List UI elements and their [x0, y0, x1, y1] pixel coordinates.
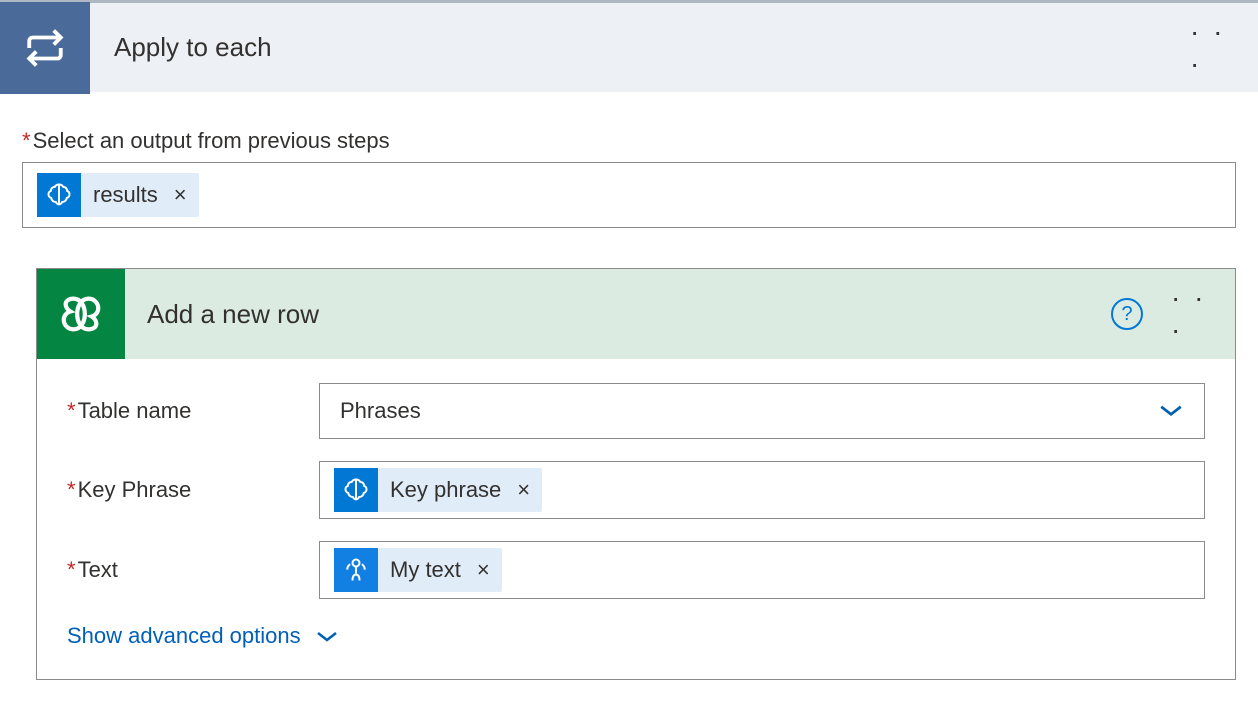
- outer-more-button[interactable]: · · ·: [1190, 28, 1230, 68]
- form-section: *Table name Phrases *Key Phrase: [37, 359, 1235, 679]
- remove-token-button[interactable]: ×: [170, 182, 199, 208]
- token-label: Key phrase: [378, 477, 513, 503]
- label-table-name: *Table name: [67, 398, 319, 424]
- help-button[interactable]: ?: [1111, 298, 1143, 330]
- token-label: results: [81, 182, 170, 208]
- row-table-name: *Table name Phrases: [67, 383, 1205, 439]
- token-label: My text: [378, 557, 473, 583]
- brain-icon: [334, 468, 378, 512]
- touch-icon: [334, 548, 378, 592]
- select-table-name[interactable]: Phrases: [319, 383, 1205, 439]
- token-key-phrase: Key phrase ×: [334, 468, 542, 512]
- label-key-phrase: *Key Phrase: [67, 477, 319, 503]
- show-advanced-options-link[interactable]: Show advanced options: [67, 623, 1205, 649]
- inner-title: Add a new row: [125, 299, 1111, 330]
- inner-more-button[interactable]: · · ·: [1171, 294, 1211, 334]
- outer-title: Apply to each: [90, 32, 1190, 63]
- remove-token-button[interactable]: ×: [513, 477, 542, 503]
- add-row-card: Add a new row ? · · · *Table name Phrase…: [36, 268, 1236, 680]
- apply-to-each-header: Apply to each · · ·: [0, 0, 1258, 92]
- select-output-input[interactable]: results ×: [22, 162, 1236, 228]
- input-text[interactable]: My text ×: [319, 541, 1205, 599]
- token-my-text: My text ×: [334, 548, 502, 592]
- chevron-down-icon: [1158, 398, 1184, 424]
- table-name-value: Phrases: [340, 398, 421, 424]
- loop-icon: [0, 2, 90, 94]
- body-area: *Select an output from previous steps re…: [0, 92, 1258, 680]
- row-text: *Text My text ×: [67, 541, 1205, 599]
- select-output-label: *Select an output from previous steps: [22, 128, 1236, 154]
- label-text: *Text: [67, 557, 319, 583]
- dataverse-icon: [37, 269, 125, 359]
- input-key-phrase[interactable]: Key phrase ×: [319, 461, 1205, 519]
- add-row-header: Add a new row ? · · ·: [37, 269, 1235, 359]
- brain-icon: [37, 173, 81, 217]
- token-results: results ×: [37, 173, 199, 217]
- remove-token-button[interactable]: ×: [473, 557, 502, 583]
- row-key-phrase: *Key Phrase Key phrase ×: [67, 461, 1205, 519]
- required-asterisk: *: [22, 128, 31, 153]
